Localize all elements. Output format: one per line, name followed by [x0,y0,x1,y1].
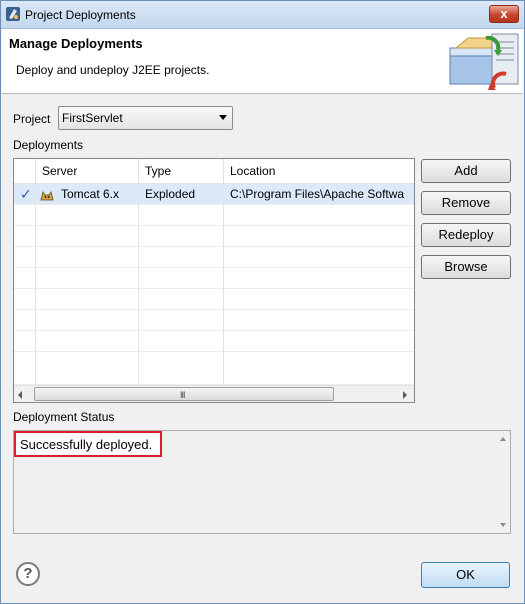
table-row-empty [14,247,414,268]
help-icon: ? [23,565,33,582]
scroll-right-icon[interactable] [403,391,407,399]
redeploy-button[interactable]: Redeploy [421,223,511,247]
table-row-empty [14,268,414,289]
table-row-empty [14,205,414,226]
title-bar[interactable]: Project Deployments x [1,1,524,29]
project-label: Project [13,112,51,126]
tomcat-icon [40,190,54,201]
status-message: Successfully deployed. [14,431,162,457]
checkmark-icon: ✓ [20,186,32,202]
row-server-text: Tomcat 6.x [61,187,120,201]
scroll-down-icon[interactable] [500,523,506,527]
scroll-up-icon[interactable] [500,437,506,441]
window-title: Project Deployments [25,8,136,22]
eclipse-window-icon [6,7,20,21]
table-row-empty [14,226,414,247]
row-location-cell: C:\Program Files\Apache Softwa [230,187,405,201]
row-type-cell: Exploded [139,184,224,205]
deployment-status-box[interactable]: Successfully deployed. [13,430,511,534]
project-dropdown[interactable]: FirstServlet [58,106,233,130]
deployment-status-label: Deployment Status [13,410,115,424]
deployments-label: Deployments [13,138,84,152]
banner-title: Manage Deployments [9,36,143,51]
ok-button[interactable]: OK [421,562,510,588]
chevron-down-icon [219,115,227,120]
add-button[interactable]: Add [421,159,511,183]
row-check-cell: ✓ [14,184,36,205]
column-header-type[interactable]: Type [139,159,224,184]
help-button[interactable]: ? [16,562,40,586]
table-row-empty [14,310,414,331]
row-server-cell: Tomcat 6.x [36,184,139,205]
deployments-table[interactable]: Server Type Location ✓ Tomcat 6.x Explod… [13,158,415,403]
table-header: Server Type Location [14,159,414,184]
horizontal-scrollbar[interactable]: III [14,385,414,402]
table-row-empty [14,289,414,310]
column-header-location[interactable]: Location [224,159,414,184]
scroll-left-icon[interactable] [18,391,22,399]
project-dropdown-value: FirstServlet [62,111,123,125]
column-header-check[interactable] [14,159,36,184]
table-row-empty [14,352,414,385]
table-row[interactable]: ✓ Tomcat 6.x Exploded C:\Program Files\A… [14,184,414,205]
column-header-server[interactable]: Server [36,159,139,184]
close-button[interactable]: x [489,5,519,23]
browse-button[interactable]: Browse [421,255,511,279]
scrollbar-grip: III [180,390,185,400]
remove-button[interactable]: Remove [421,191,511,215]
scrollbar-thumb[interactable]: III [34,387,334,401]
deployment-server-icon [449,33,519,90]
close-icon: x [500,6,508,21]
project-deployments-dialog: Project Deployments x Manage Deployments… [0,0,525,604]
banner-description: Deploy and undeploy J2EE projects. [16,63,210,77]
header-banner: Manage Deployments Deploy and undeploy J… [2,29,523,94]
table-row-empty [14,331,414,352]
